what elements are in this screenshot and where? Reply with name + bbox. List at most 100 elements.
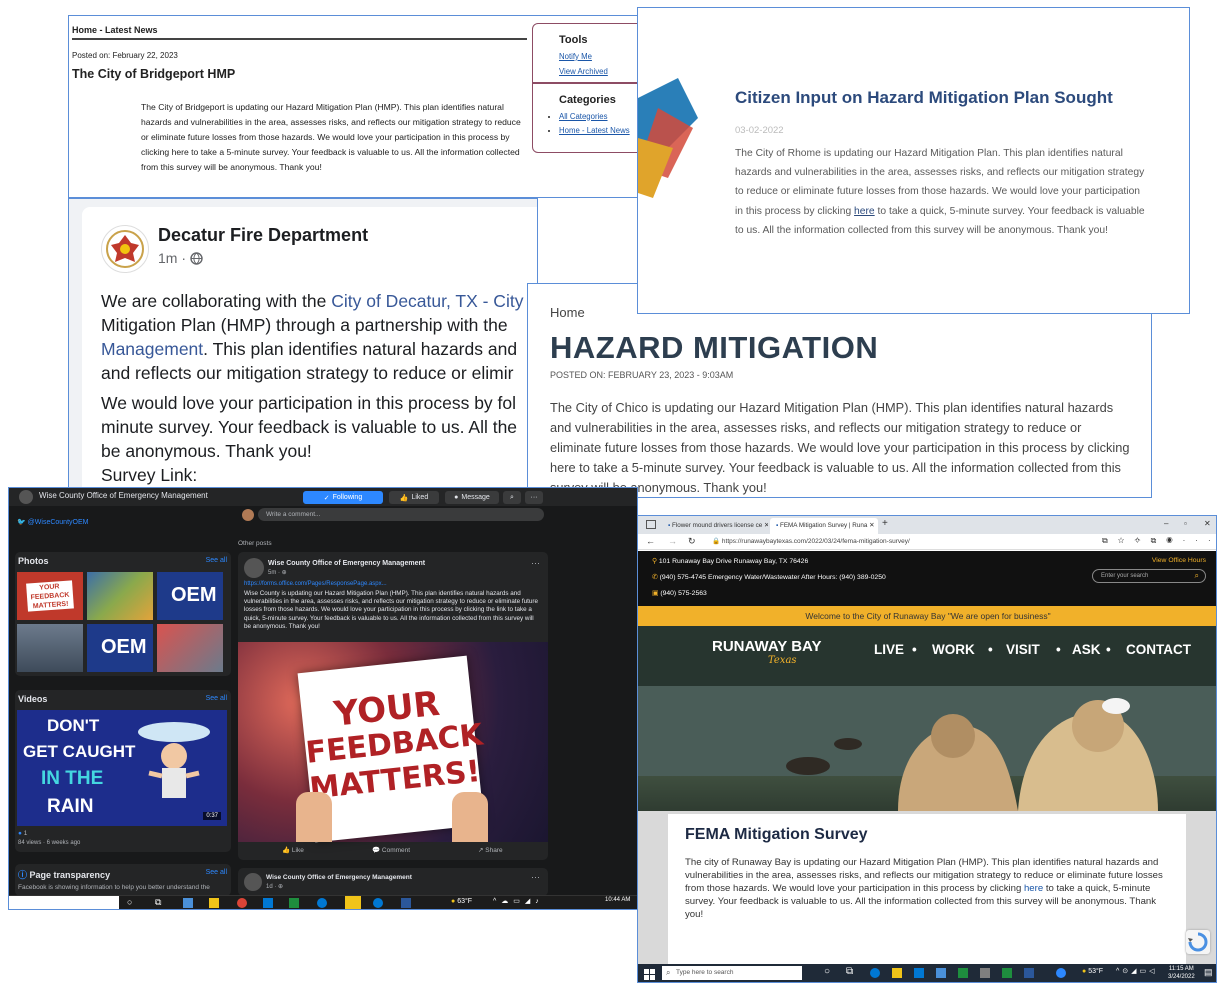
share-button[interactable]: ↗ Share bbox=[478, 846, 503, 854]
recaptcha-badge[interactable] bbox=[1186, 930, 1210, 954]
message-button[interactable]: ● Message bbox=[445, 491, 499, 504]
minimize-button[interactable]: – bbox=[1164, 519, 1168, 528]
edge-icon[interactable] bbox=[870, 968, 880, 978]
site-logo[interactable]: RUNAWAY BAY bbox=[712, 638, 821, 655]
notifications-icon[interactable]: ▤ bbox=[1204, 967, 1213, 978]
app-icon[interactable] bbox=[183, 898, 193, 908]
app-icon[interactable] bbox=[980, 968, 990, 978]
cortana-icon[interactable]: ○ bbox=[127, 897, 132, 907]
system-tray-icons[interactable]: ^☁▭◢♪ bbox=[493, 897, 544, 905]
photo-thumbnail[interactable] bbox=[157, 624, 223, 672]
search-icon[interactable]: ⌕ bbox=[1195, 571, 1199, 581]
video-title: IN THE bbox=[41, 768, 104, 789]
photo-thumbnail[interactable] bbox=[87, 572, 153, 620]
survey-link[interactable]: https://forms.office.com/Pages/ResponseP… bbox=[244, 581, 387, 587]
clock[interactable]: 11:15 AM 3/24/2022 bbox=[1168, 965, 1195, 981]
page-name[interactable]: Wise County Office of Emergency Manageme… bbox=[39, 491, 208, 500]
article-title[interactable]: Citizen Input on Hazard Mitigation Plan … bbox=[735, 88, 1113, 108]
category-link[interactable]: All Categories bbox=[559, 112, 608, 121]
url-field[interactable]: 🔒 https://runawaybaytexas.com/2022/03/24… bbox=[708, 537, 1148, 548]
back-icon[interactable]: ← bbox=[646, 536, 655, 546]
following-button[interactable]: ✓ Following bbox=[303, 491, 383, 504]
forward-icon[interactable]: → bbox=[668, 536, 677, 546]
system-tray-icons[interactable]: ^⊙◢▭◁ bbox=[1116, 967, 1158, 975]
app-icon[interactable] bbox=[289, 898, 299, 908]
nav-ask[interactable]: ASK bbox=[1072, 642, 1101, 657]
page-header-bar: Wise County Office of Emergency Manageme… bbox=[9, 488, 637, 506]
word-icon[interactable] bbox=[1024, 968, 1034, 978]
like-button[interactable]: 👍 Like bbox=[282, 846, 304, 854]
city-of-decatur-link[interactable]: City of Decatur, TX - City bbox=[331, 291, 523, 311]
app-icon[interactable] bbox=[1056, 968, 1066, 978]
page-name[interactable]: Decatur Fire Department bbox=[158, 225, 368, 246]
survey-link[interactable]: here bbox=[854, 206, 875, 217]
nav-visit[interactable]: VISIT bbox=[1006, 642, 1040, 657]
nav-live[interactable]: LIVE bbox=[874, 642, 904, 657]
new-tab-button[interactable]: + bbox=[882, 518, 888, 529]
avatar[interactable] bbox=[101, 225, 149, 273]
nav-contact[interactable]: CONTACT bbox=[1126, 642, 1191, 657]
avatar[interactable] bbox=[244, 873, 262, 891]
avatar[interactable] bbox=[244, 558, 264, 578]
browser-toolbar-icons[interactable]: ⧉☆✧⧉◉··· bbox=[1102, 536, 1216, 546]
twitter-icon: 🐦 bbox=[17, 519, 26, 526]
post-author[interactable]: Wise County Office of Emergency Manageme… bbox=[268, 560, 425, 567]
photo-thumbnail[interactable]: OEM bbox=[87, 624, 153, 672]
task-view-icon[interactable]: ⧉ bbox=[155, 897, 161, 908]
app-icon[interactable] bbox=[373, 898, 383, 908]
photo-thumbnail[interactable] bbox=[17, 624, 83, 672]
management-link[interactable]: Management bbox=[101, 339, 203, 359]
site-search-input[interactable]: Enter your search ⌕ bbox=[1092, 569, 1206, 583]
windows-start-icon[interactable] bbox=[644, 967, 655, 980]
browser-tab[interactable]: ▪ Flower mound drivers license ce ✕ bbox=[662, 518, 768, 534]
app-icon[interactable] bbox=[958, 968, 968, 978]
photo-thumbnail[interactable]: OEM bbox=[157, 572, 223, 620]
twitter-handle[interactable]: 🐦 @WiseCountyOEM bbox=[17, 518, 88, 526]
excel-icon[interactable] bbox=[1002, 968, 1012, 978]
videos-see-all-link[interactable]: See all bbox=[206, 695, 227, 702]
video-thumbnail[interactable]: DON'T GET CAUGHT IN THE RAIN 0:37 bbox=[17, 710, 227, 826]
browser-tab-active[interactable]: ▪ FEMA Mitigation Survey | Runa ✕ bbox=[770, 518, 878, 534]
app-icon[interactable] bbox=[345, 896, 361, 909]
taskbar-search-input[interactable] bbox=[9, 896, 119, 909]
breadcrumb-home[interactable]: Home bbox=[550, 305, 585, 320]
survey-link[interactable]: here bbox=[1024, 883, 1043, 894]
edge-icon[interactable] bbox=[317, 898, 327, 908]
category-link[interactable]: Home - Latest News bbox=[559, 126, 630, 135]
view-office-hours-link[interactable]: View Office Hours bbox=[1152, 557, 1206, 564]
tab-actions-icon[interactable] bbox=[646, 520, 656, 529]
photos-see-all-link[interactable]: See all bbox=[206, 557, 227, 564]
outlook-icon[interactable] bbox=[263, 898, 273, 908]
chrome-icon[interactable] bbox=[237, 898, 247, 908]
sun-icon: ● bbox=[451, 898, 456, 905]
file-explorer-icon[interactable] bbox=[892, 968, 902, 978]
comment-button[interactable]: 💬 Comment bbox=[372, 846, 410, 854]
liked-button[interactable]: 👍 Liked bbox=[389, 491, 439, 504]
wise-county-facebook-panel: Wise County Office of Emergency Manageme… bbox=[8, 487, 638, 910]
cortana-icon[interactable]: ○ bbox=[824, 966, 830, 977]
photo-thumbnail[interactable]: YOUR FEEDBACK MATTERS! bbox=[17, 572, 83, 620]
nav-work[interactable]: WORK bbox=[932, 642, 975, 657]
close-button[interactable]: ✕ bbox=[1204, 519, 1211, 528]
maximize-button[interactable]: ▫ bbox=[1184, 519, 1187, 528]
task-view-icon[interactable]: ⧉ bbox=[846, 966, 853, 977]
search-button[interactable]: ⌕ bbox=[503, 491, 521, 504]
refresh-icon[interactable]: ↻ bbox=[688, 536, 696, 547]
post-image[interactable]: YOUR FEEDBACK MATTERS! bbox=[238, 642, 548, 843]
post-author[interactable]: Wise County Office of Emergency Manageme… bbox=[266, 874, 412, 881]
weather-widget[interactable]: ● 63°F bbox=[451, 898, 472, 905]
taskbar-search-input[interactable]: ⌕ Type here to search bbox=[662, 966, 802, 980]
breadcrumb[interactable]: Home - Latest News bbox=[72, 25, 158, 35]
transparency-see-all-link[interactable]: See all bbox=[206, 869, 227, 876]
comment-input[interactable]: Write a comment... bbox=[258, 508, 544, 521]
post-options-icon[interactable]: ··· bbox=[531, 872, 540, 882]
weather-widget[interactable]: ● 53°F bbox=[1082, 968, 1103, 975]
clock[interactable]: 10:44 AM bbox=[605, 897, 630, 903]
app-icon[interactable] bbox=[936, 968, 946, 978]
word-icon[interactable] bbox=[401, 898, 411, 908]
search-icon: ⌕ bbox=[666, 968, 671, 977]
file-explorer-icon[interactable] bbox=[209, 898, 219, 908]
outlook-icon[interactable] bbox=[914, 968, 924, 978]
more-button[interactable]: ··· bbox=[525, 491, 543, 504]
post-options-icon[interactable]: ··· bbox=[531, 558, 540, 568]
